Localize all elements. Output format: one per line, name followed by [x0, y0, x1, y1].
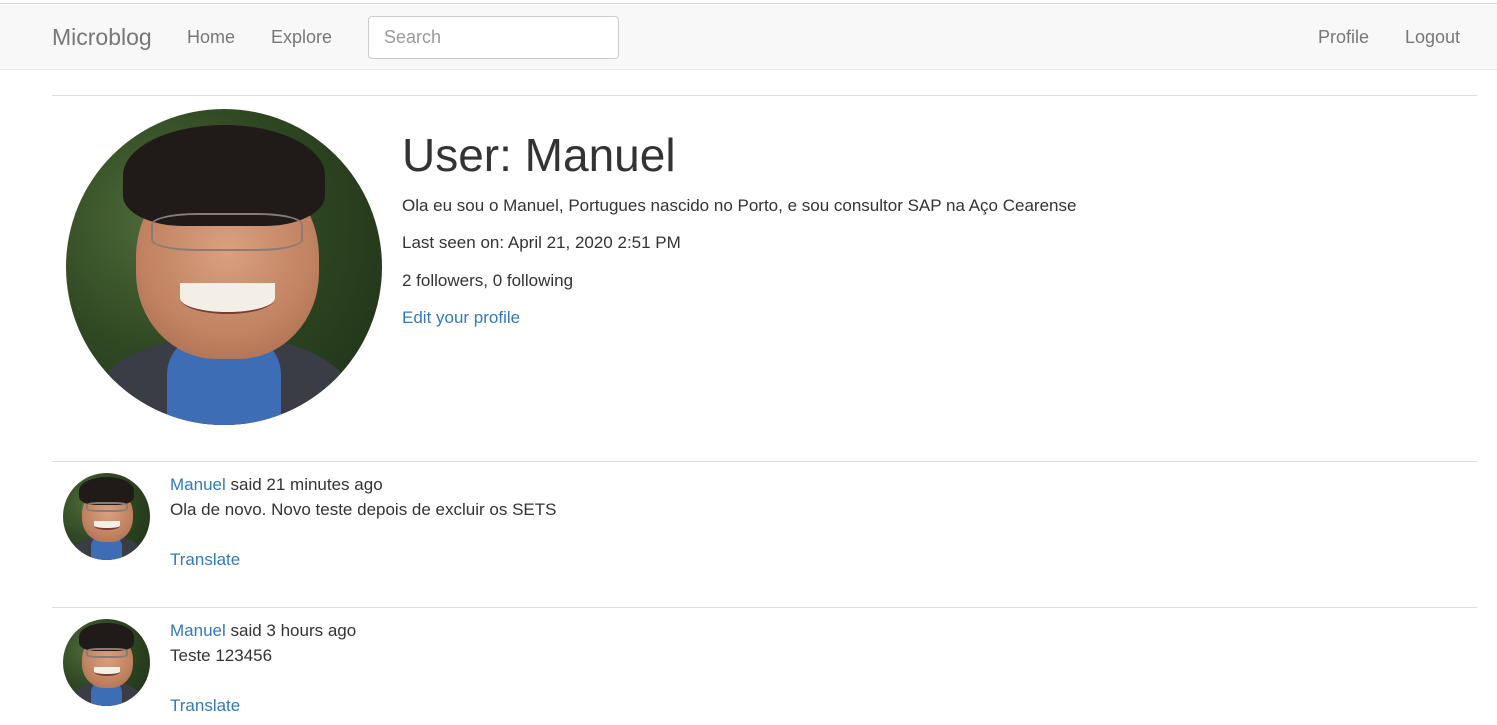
- post-author-link[interactable]: Manuel: [170, 475, 226, 494]
- navbar: Microblog Home Explore Profile Logout: [0, 5, 1497, 70]
- post-avatar[interactable]: [63, 619, 150, 706]
- page-title: User: Manuel: [402, 129, 676, 181]
- post-header: Manuel said 3 hours ago: [170, 621, 356, 641]
- edit-profile-link[interactable]: Edit your profile: [402, 308, 520, 328]
- divider: [52, 607, 1477, 608]
- search-input[interactable]: [368, 16, 619, 59]
- post-body: Ola de novo. Novo teste depois de exclui…: [170, 500, 557, 519]
- browser-top-edge: [0, 0, 1497, 4]
- post-author-link[interactable]: Manuel: [170, 621, 226, 640]
- divider: [52, 461, 1477, 462]
- divider: [52, 95, 1477, 96]
- post-time: said 3 hours ago: [225, 621, 357, 640]
- profile-about: Ola eu sou o Manuel, Portugues nascido n…: [402, 196, 1077, 215]
- post-body: Teste 123456: [170, 646, 273, 665]
- nav-home-link[interactable]: Home: [187, 27, 235, 48]
- translate-link[interactable]: Translate: [170, 696, 240, 716]
- nav-profile-link[interactable]: Profile: [1318, 27, 1369, 48]
- brand-link[interactable]: Microblog: [52, 24, 152, 51]
- nav-logout-link[interactable]: Logout: [1405, 27, 1460, 48]
- post-header: Manuel said 21 minutes ago: [170, 475, 383, 495]
- translate-link[interactable]: Translate: [170, 550, 240, 570]
- profile-avatar: [66, 109, 382, 425]
- last-seen-text: Last seen on: April 21, 2020 2:51 PM: [402, 233, 681, 252]
- nav-explore-link[interactable]: Explore: [271, 27, 332, 48]
- post-time: said 21 minutes ago: [225, 475, 383, 494]
- post-avatar[interactable]: [63, 473, 150, 560]
- follow-counts: 2 followers, 0 following: [402, 271, 574, 290]
